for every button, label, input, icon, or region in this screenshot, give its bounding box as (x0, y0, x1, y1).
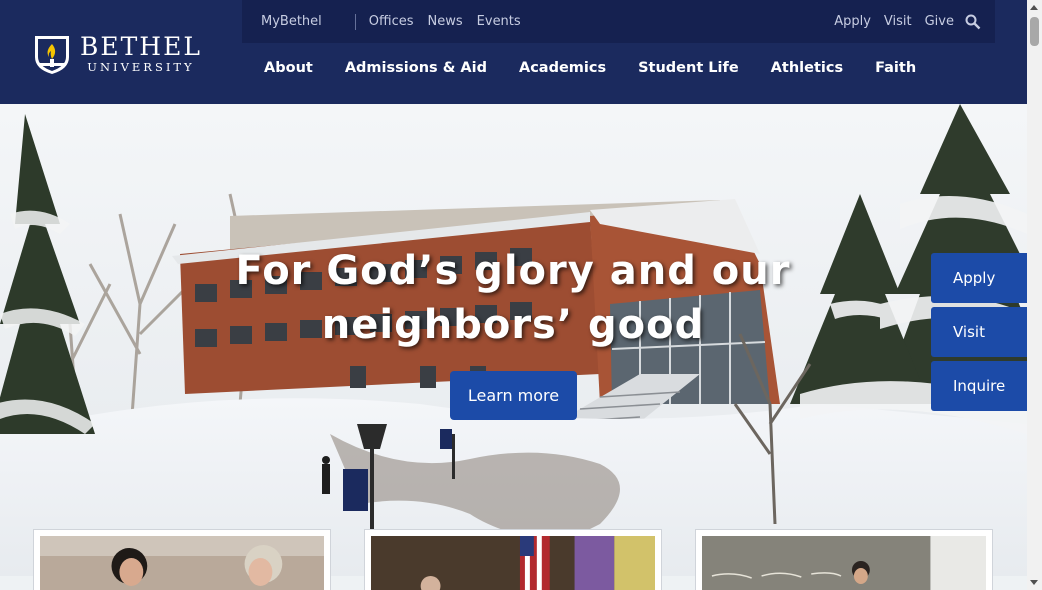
side-inquire-button[interactable]: Inquire (931, 361, 1027, 411)
side-visit-button[interactable]: Visit (931, 307, 1027, 357)
hero-title-line2: neighbors’ good (321, 302, 705, 348)
util-link-news[interactable]: News (428, 14, 463, 29)
logo-name: BETHEL (80, 32, 202, 61)
scroll-up-arrow-icon[interactable] (1030, 5, 1038, 10)
card-photo-2 (371, 536, 655, 590)
card-photo-3 (702, 536, 986, 590)
scroll-thumb[interactable] (1030, 17, 1039, 46)
util-link-events[interactable]: Events (477, 14, 521, 29)
utility-bar: MyBethel Offices News Events Apply Visit… (242, 0, 995, 43)
nav-admissions-aid[interactable]: Admissions & Aid (345, 60, 487, 76)
scroll-down-arrow-icon[interactable] (1030, 580, 1038, 585)
side-apply-button[interactable]: Apply (931, 253, 1027, 303)
search-icon[interactable] (965, 14, 981, 30)
util-link-apply[interactable]: Apply (834, 14, 871, 29)
nav-athletics[interactable]: Athletics (771, 60, 843, 76)
util-link-visit[interactable]: Visit (884, 14, 912, 29)
feature-card-3[interactable] (695, 529, 993, 590)
hero-title: For God’s glory and our neighbors’ good (150, 244, 876, 352)
logo-subtitle: UNIVERSITY (87, 60, 195, 74)
hero-title-line1: For God’s glory and our (235, 248, 791, 294)
learn-more-button[interactable]: Learn more (450, 371, 577, 420)
util-link-give[interactable]: Give (925, 14, 954, 29)
util-link-mybethel[interactable]: MyBethel (261, 14, 322, 29)
page: BETHEL UNIVERSITY MyBethel Offices News … (0, 0, 1042, 590)
two-women-photo (40, 536, 324, 590)
nav-about[interactable]: About (264, 60, 313, 76)
flags-ceremony-photo (371, 536, 655, 590)
site-header: BETHEL UNIVERSITY MyBethel Offices News … (0, 0, 1027, 104)
bethel-logo[interactable]: BETHEL UNIVERSITY (33, 33, 202, 75)
nav-faith[interactable]: Faith (875, 60, 916, 76)
hero-banner: For God’s glory and our neighbors’ good … (0, 104, 1027, 590)
util-divider (354, 13, 356, 30)
feature-card-2[interactable] (364, 529, 662, 590)
nav-student-life[interactable]: Student Life (638, 60, 739, 76)
chalkboard-photo (702, 536, 986, 590)
util-link-offices[interactable]: Offices (369, 14, 414, 29)
card-photo-1 (40, 536, 324, 590)
torch-shield-icon (35, 36, 69, 74)
main-nav: About Admissions & Aid Academics Student… (264, 60, 948, 76)
nav-academics[interactable]: Academics (519, 60, 606, 76)
feature-card-1[interactable] (33, 529, 331, 590)
page-scrollbar[interactable] (1027, 0, 1042, 590)
